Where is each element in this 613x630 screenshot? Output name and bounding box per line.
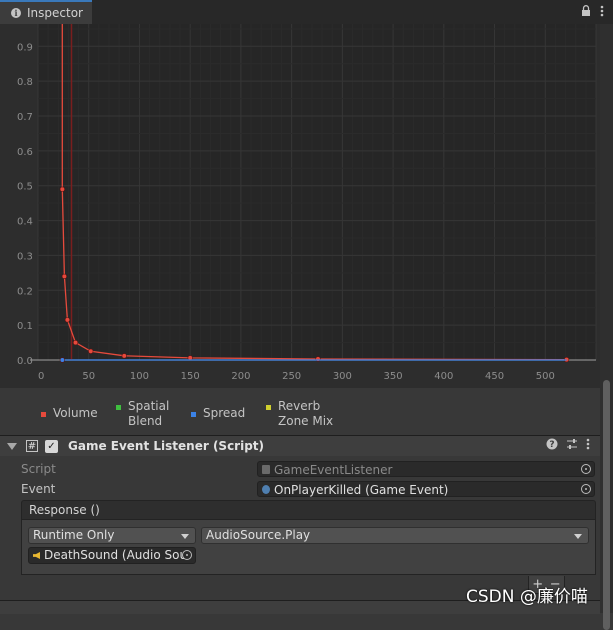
x-tick-label: 350 <box>384 371 403 382</box>
event-picker-icon[interactable] <box>581 484 591 494</box>
x-tick-label: 400 <box>434 371 453 382</box>
legend-swatch-spread <box>191 412 196 417</box>
chevron-down-icon <box>181 534 189 539</box>
x-tick-label: 250 <box>282 371 301 382</box>
inspector-scrollbar[interactable] <box>600 24 613 630</box>
y-tick-label: 0.8 <box>17 77 33 88</box>
keyframe-point-volume <box>88 348 94 354</box>
legend-label-blend: Blend <box>128 414 163 428</box>
x-tick-label: 200 <box>231 371 250 382</box>
y-tick-label: 0.5 <box>17 182 33 193</box>
x-tick-label: 450 <box>485 371 504 382</box>
response-event-body: Runtime Only AudioSource.Play DeathSound… <box>21 520 596 575</box>
info-icon: i <box>11 8 21 18</box>
window-tab-bar: i Inspector <box>0 0 613 24</box>
x-tick-label: 500 <box>536 371 555 382</box>
y-tick-label: 0.2 <box>17 286 33 297</box>
plot-area <box>38 24 596 360</box>
scrollbar-thumb[interactable] <box>603 380 610 630</box>
function-dropdown[interactable]: AudioSource.Play <box>201 527 589 544</box>
response-event-title: Response () <box>29 503 100 517</box>
y-tick-label: 0.3 <box>17 251 33 262</box>
kebab-menu-icon[interactable] <box>600 5 604 20</box>
y-tick-label: 0.9 <box>17 42 33 53</box>
component-header-icons: ? <box>546 438 590 453</box>
graph-legend: Volume Spatial Blend Spread Reverb Zone Mi… <box>0 396 600 432</box>
target-picker-icon[interactable] <box>182 550 192 560</box>
y-tick-label: 0.6 <box>17 147 33 158</box>
response-event-header: Response () <box>21 500 596 520</box>
keyframe-point-volume <box>72 339 79 346</box>
runtime-mode-dropdown[interactable]: Runtime Only <box>28 527 196 544</box>
lock-icon[interactable] <box>581 5 591 20</box>
help-icon[interactable]: ? <box>546 438 558 453</box>
runtime-mode-value: Runtime Only <box>33 528 115 542</box>
x-tick-label: 150 <box>181 371 200 382</box>
legend-item-volume[interactable]: Volume <box>41 406 98 421</box>
foldout-arrow-icon[interactable] <box>7 442 17 450</box>
rolloff-chart-svg[interactable]: 0.0 0.1 0.2 0.3 0.4 0.5 0.6 0.7 0.8 0.9 0 50 100 150 2… <box>0 10 600 388</box>
keyframe-point-volume <box>61 273 67 279</box>
legend-label-volume: Volume <box>53 406 98 420</box>
keyframe-point-volume <box>59 186 65 192</box>
watermark-text: CSDN @廉价喵 <box>466 587 588 607</box>
x-tick-label: 50 <box>82 371 95 382</box>
presets-sliders-icon[interactable] <box>566 438 578 453</box>
script-field-value: GameEventListener <box>274 463 393 477</box>
legend-item-reverb-zone-mix[interactable]: Reverb Zone Mix <box>266 399 333 429</box>
legend-label-spatial: Spatial <box>128 399 170 413</box>
script-hash-icon: # <box>26 440 38 452</box>
chevron-down-icon <box>574 534 582 539</box>
event-label: Event <box>21 482 56 496</box>
component-title: Game Event Listener (Script) <box>68 439 265 453</box>
target-object-field[interactable]: DeathSound (Audio Sou <box>28 547 196 564</box>
y-tick-label: 0.7 <box>17 112 33 123</box>
component-enabled-checkbox[interactable]: ✓ <box>45 439 58 453</box>
script-picker-icon <box>581 464 591 474</box>
legend-swatch-reverb-zone-mix <box>266 405 271 410</box>
legend-label-reverb: Reverb <box>278 399 321 413</box>
tab-inspector[interactable]: i Inspector <box>0 0 92 24</box>
keyframe-point-volume <box>121 353 127 359</box>
function-value: AudioSource.Play <box>206 528 311 542</box>
event-field-value: OnPlayerKilled (Game Event) <box>274 483 449 497</box>
x-tick-label: 100 <box>130 371 149 382</box>
audio-rolloff-graph[interactable]: 0.0 0.1 0.2 0.3 0.4 0.5 0.6 0.7 0.8 0.9 0 50 100 150 2… <box>0 10 600 388</box>
y-tick-label: 0.1 <box>17 321 33 332</box>
component-menu-icon[interactable] <box>586 438 590 453</box>
script-field: GameEventListener <box>257 461 595 477</box>
legend-item-spread[interactable]: Spread <box>191 406 245 421</box>
audio-source-icon <box>33 552 40 559</box>
event-field[interactable]: OnPlayerKilled (Game Event) <box>257 481 595 497</box>
scriptable-object-icon <box>262 485 270 494</box>
target-object-value: DeathSound (Audio Sou <box>44 548 188 562</box>
script-file-icon <box>262 465 270 474</box>
y-tick-label: 0.4 <box>17 217 33 228</box>
y-tick-label: 0.0 <box>17 356 33 367</box>
tab-inspector-label: Inspector <box>27 6 83 20</box>
legend-swatch-spatial-blend <box>116 405 121 410</box>
legend-item-spatial-blend[interactable]: Spatial Blend <box>116 399 169 429</box>
x-tick-label: 300 <box>333 371 352 382</box>
keyframe-point-spread <box>59 357 65 363</box>
legend-swatch-volume <box>41 412 46 417</box>
legend-label-spread: Spread <box>203 406 246 420</box>
x-tick-label: 0 <box>38 371 44 382</box>
svg-text:?: ? <box>549 440 554 450</box>
legend-label-zone-mix: Zone Mix <box>278 414 334 428</box>
component-header[interactable]: # ✓ Game Event Listener (Script) ? <box>0 435 600 456</box>
keyframe-point-volume <box>64 317 71 323</box>
script-label: Script <box>21 462 56 476</box>
